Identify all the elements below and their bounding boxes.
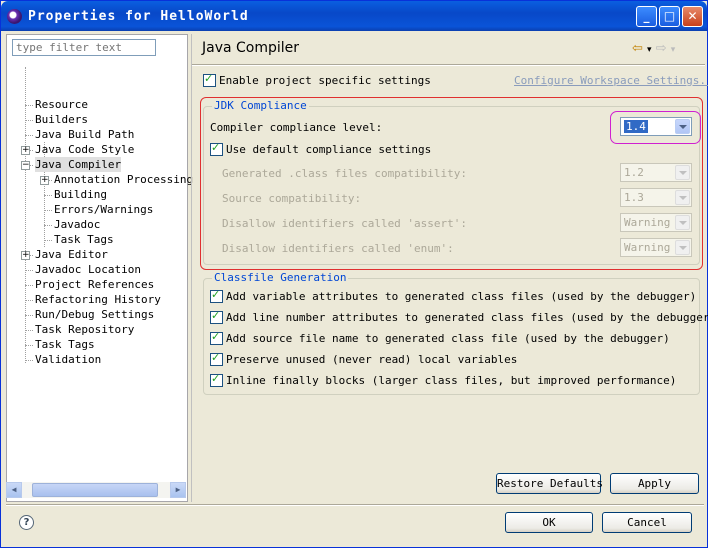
preference-tree-panel: Resource Builders Java Build Path + Java… xyxy=(6,34,193,502)
tree-item-task-repository[interactable]: Task Repository xyxy=(35,322,134,337)
assert-identifier-value: Warning xyxy=(624,216,671,229)
title-bar[interactable]: Properties for HelloWorld _ □ ✕ xyxy=(1,1,707,31)
preserve-unused-locals-label: Preserve unused (never read) local varia… xyxy=(226,353,518,366)
add-line-number-label: Add line number attributes to generated … xyxy=(226,311,708,324)
scroll-thumb[interactable] xyxy=(32,483,158,497)
tree-item-java-compiler[interactable]: Java Compiler xyxy=(35,157,122,172)
property-page: Java Compiler ⇦ ▾ ⇨ ▾ Enable project spe… xyxy=(191,34,708,502)
history-navigation: ⇦ ▾ ⇨ ▾ xyxy=(632,41,675,56)
tree-item-java-code-style[interactable]: Java Code Style xyxy=(35,142,134,157)
source-compat-value: 1.3 xyxy=(624,191,644,204)
expand-icon[interactable]: + xyxy=(21,251,30,260)
collapse-icon[interactable]: − xyxy=(21,161,30,170)
tree-item-validation[interactable]: Validation xyxy=(35,352,101,367)
enable-project-settings-label: Enable project specific settings xyxy=(219,74,431,87)
generated-compat-select: 1.2 xyxy=(620,163,692,182)
enum-identifier-select: Warning xyxy=(620,238,692,257)
inline-finally-label: Inline finally blocks (larger class file… xyxy=(226,374,677,387)
use-default-compliance-checkbox[interactable] xyxy=(210,141,223,156)
tree-item-building[interactable]: Building xyxy=(54,187,107,202)
use-default-compliance-label: Use default compliance settings xyxy=(226,143,432,156)
help-icon[interactable]: ? xyxy=(19,515,34,530)
expand-icon[interactable]: + xyxy=(21,146,30,155)
add-line-number-checkbox[interactable] xyxy=(210,309,223,324)
page-title: Java Compiler xyxy=(202,40,300,56)
inline-finally-checkbox[interactable] xyxy=(210,372,223,387)
watermark-image xyxy=(566,493,704,543)
maximize-button[interactable]: □ xyxy=(659,6,680,27)
tree-item-builders[interactable]: Builders xyxy=(35,112,88,127)
filter-input[interactable] xyxy=(12,39,156,56)
header-separator xyxy=(192,64,705,66)
add-variable-attributes-checkbox[interactable] xyxy=(210,288,223,303)
preserve-unused-locals-checkbox[interactable] xyxy=(210,351,223,366)
dropdown-arrow-icon xyxy=(675,190,690,205)
assert-identifier-select: Warning xyxy=(620,213,692,232)
restore-defaults-button[interactable]: Restore Defaults xyxy=(496,473,603,494)
dropdown-arrow-icon xyxy=(675,240,690,255)
tree-item-run-debug-settings[interactable]: Run/Debug Settings xyxy=(35,307,154,322)
horizontal-scrollbar[interactable]: ◀ ▶ xyxy=(6,482,186,498)
minimize-button[interactable]: _ xyxy=(636,6,657,27)
scroll-left-icon[interactable]: ◀ xyxy=(6,482,22,498)
back-arrow-icon[interactable]: ⇦ xyxy=(632,41,643,56)
tree-item-javadoc[interactable]: Javadoc xyxy=(54,217,100,232)
enum-identifier-value: Warning xyxy=(624,241,671,254)
classfile-generation-title: Classfile Generation xyxy=(212,271,349,284)
add-variable-attributes-label: Add variable attributes to generated cla… xyxy=(226,290,697,303)
source-compat-select: 1.3 xyxy=(620,188,692,207)
close-button[interactable]: ✕ xyxy=(682,6,703,27)
compliance-level-label: Compiler compliance level: xyxy=(210,121,383,134)
compliance-level-value: 1.4 xyxy=(624,120,648,133)
tree-item-refactoring-history[interactable]: Refactoring History xyxy=(35,292,161,307)
tree-item-project-references[interactable]: Project References xyxy=(35,277,154,292)
add-source-file-name-label: Add source file name to generated class … xyxy=(226,332,670,345)
dropdown-arrow-icon xyxy=(675,215,690,230)
source-compat-label: Source compatibility: xyxy=(222,192,362,205)
tree-item-errors-warnings[interactable]: Errors/Warnings xyxy=(54,202,153,217)
back-dropdown-icon[interactable]: ▾ xyxy=(647,45,652,55)
enum-identifier-label: Disallow identifiers called 'enum': xyxy=(222,242,454,255)
tree-item-javadoc-location[interactable]: Javadoc Location xyxy=(35,262,141,277)
scroll-right-icon[interactable]: ▶ xyxy=(170,482,186,498)
forward-dropdown-icon: ▾ xyxy=(670,45,676,55)
compliance-level-select[interactable]: 1.4 xyxy=(620,117,692,136)
add-source-file-name-checkbox[interactable] xyxy=(210,330,223,345)
dropdown-arrow-icon xyxy=(675,165,690,180)
assert-identifier-label: Disallow identifiers called 'assert': xyxy=(222,217,468,230)
jdk-compliance-title: JDK Compliance xyxy=(212,99,309,112)
generated-compat-value: 1.2 xyxy=(624,166,644,179)
enable-project-settings-checkbox[interactable] xyxy=(203,72,216,87)
tree-item-task-tags[interactable]: Task Tags xyxy=(54,232,114,247)
tree-item-annotation-processing[interactable]: Annotation Processing xyxy=(54,172,193,187)
apply-button[interactable]: Apply xyxy=(610,473,699,494)
forward-arrow-icon: ⇨ xyxy=(655,41,667,56)
expand-icon[interactable]: + xyxy=(40,176,49,185)
tree-item-java-editor[interactable]: Java Editor xyxy=(35,247,108,262)
generated-compat-label: Generated .class files compatibility: xyxy=(222,167,468,180)
configure-workspace-link[interactable]: Configure Workspace Settings... xyxy=(514,74,708,87)
tree-item-resource[interactable]: Resource xyxy=(35,97,88,112)
window-title: Properties for HelloWorld xyxy=(28,9,249,24)
eclipse-icon xyxy=(7,9,22,24)
tree-item-java-build-path[interactable]: Java Build Path xyxy=(35,127,134,142)
tree-item-task-tags[interactable]: Task Tags xyxy=(35,337,95,352)
properties-dialog: Properties for HelloWorld _ □ ✕ type fil… xyxy=(0,0,708,548)
dropdown-arrow-icon[interactable] xyxy=(675,119,690,134)
